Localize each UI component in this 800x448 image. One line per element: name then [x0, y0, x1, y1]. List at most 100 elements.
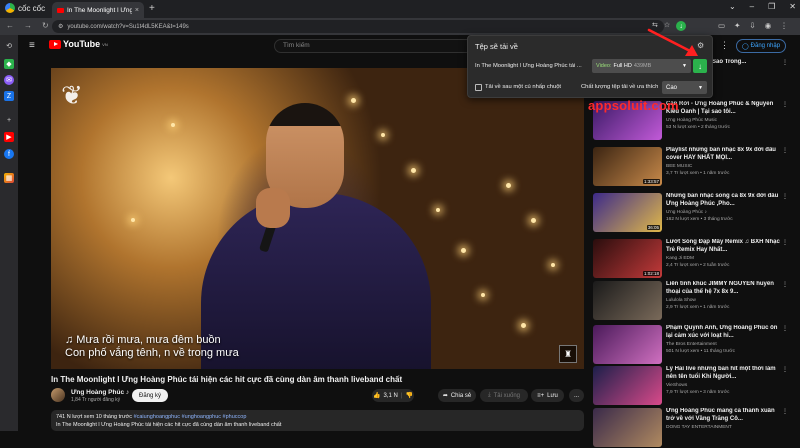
share-button[interactable]: ➦ Chia sẻ — [438, 389, 476, 402]
new-tab-button[interactable]: + — [149, 3, 155, 14]
related-video-title: Lướt Sóng Đạp Mây Remix ♫ BXH Nhạc Trẻ R… — [666, 239, 780, 253]
singer-hand — [256, 188, 290, 228]
related-video-title: Những bản nhạc song ca 8x 9x đời đầu Ưng… — [666, 193, 779, 207]
stage-light — [381, 133, 385, 137]
quality-value: Full HD — [613, 63, 632, 69]
hamburger-menu-icon[interactable]: ≡ — [29, 40, 35, 51]
country-code: VN — [102, 41, 108, 47]
related-video-item[interactable]: 1:02:18 Lướt Sóng Đạp Mây Remix ♫ BXH Nhạ… — [593, 239, 788, 279]
video-thumbnail[interactable] — [593, 408, 662, 447]
site-info-icon[interactable]: ⚙ — [58, 23, 63, 30]
thumbs-down-icon[interactable]: 👎 — [405, 392, 412, 399]
hashtags[interactable]: #caiunghoangphuc #unghoangphuc #phuccop — [134, 414, 247, 420]
profile-icon[interactable]: ◉ — [765, 21, 772, 30]
related-video-title: Cần Rời - Ưng Hoàng Phúc & Nguyễn Kiều O… — [666, 101, 774, 115]
account-icon: ◯ — [741, 43, 749, 50]
subscribe-button[interactable]: Đăng ký — [132, 389, 168, 402]
like-button[interactable]: 👍 3,1 N | 👎 — [372, 389, 414, 402]
extensions-icon[interactable]: ✦ — [734, 21, 740, 30]
browser-brand[interactable]: cốc cốc — [5, 3, 45, 13]
related-video-item[interactable]: 36:05 Những bản nhạc song ca 8x 9x đời đầ… — [593, 193, 788, 233]
youtube-more-icon[interactable]: ⋮ — [720, 40, 729, 51]
channel-avatar[interactable] — [51, 388, 65, 402]
related-more-icon[interactable]: ⋮ — [782, 147, 788, 154]
channel-badge-icon[interactable]: ♜ — [559, 345, 577, 363]
nav-buttons: ← → ↻ — [6, 21, 49, 30]
downloads-icon[interactable]: ⇩ — [749, 21, 755, 30]
youtube-logo[interactable]: YouTube VN — [49, 39, 108, 49]
youtube-app-icon[interactable]: ▶ — [4, 132, 14, 142]
address-bar[interactable]: ⚙ youtube.com/watch?v=Su1t4dL5KEA&t=149s — [52, 20, 664, 33]
maximize-button[interactable]: ❐ — [768, 2, 775, 11]
channel-name[interactable]: Ưng Hoàng Phúc ♪ — [71, 389, 129, 396]
minimize-button[interactable]: – — [750, 2, 754, 11]
related-more-icon[interactable]: ⋮ — [782, 59, 788, 66]
forward-icon[interactable]: → — [24, 21, 32, 30]
related-channel-name: DONG TAY ENTERTAINMENT — [666, 425, 732, 430]
related-more-icon[interactable]: ⋮ — [782, 325, 788, 332]
stage-light — [481, 293, 485, 297]
youtube-play-icon — [49, 39, 61, 49]
save-icon: ≡+ — [537, 392, 545, 399]
video-player[interactable]: ❦ ♫ Mưa rồi mưa, mưa đêm buồn Con phố vắ… — [51, 68, 584, 369]
back-icon[interactable]: ← — [6, 21, 14, 30]
messenger-icon[interactable]: ✉ — [4, 75, 14, 85]
preferred-quality-label: Chất lượng tệp tải về ưa thích — [581, 84, 659, 90]
stage-light — [411, 168, 416, 173]
red-pointer-arrow — [647, 28, 698, 56]
game-icon[interactable]: ◆ — [4, 59, 14, 69]
related-video-item[interactable]: 1:33:57 Playlist những bản nhạc 8x 9x đời… — [593, 147, 788, 187]
auto-download-checkbox[interactable] — [475, 84, 482, 91]
puzzle-app-icon[interactable]: ▦ — [4, 173, 14, 183]
related-more-icon[interactable]: ⋮ — [782, 101, 788, 108]
related-video-meta: 2,9 Tr lượt xem • 1 năm trước — [666, 305, 730, 310]
save-button[interactable]: ≡+ Lưu — [531, 389, 564, 402]
video-thumbnail[interactable]: 1:33:57 — [593, 147, 662, 186]
browser-menu-icon[interactable]: ⋮ — [780, 21, 788, 30]
quality-type: Video: — [596, 63, 612, 69]
video-thumbnail[interactable] — [593, 281, 662, 320]
history-icon[interactable]: ⟲ — [4, 41, 14, 51]
facebook-icon[interactable]: f — [4, 149, 14, 159]
sign-in-button[interactable]: ◯ Đăng nhập — [736, 39, 786, 53]
related-more-icon[interactable]: ⋮ — [782, 408, 788, 415]
video-thumbnail[interactable]: 1:02:18 — [593, 239, 662, 278]
search-input[interactable]: Tìm kiếm — [274, 39, 474, 53]
related-video-item[interactable]: Lý Hải live những bản hit một thời làm n… — [593, 366, 788, 406]
thumbs-up-icon: 👍 — [373, 393, 381, 399]
related-more-icon[interactable]: ⋮ — [782, 281, 788, 288]
video-thumbnail[interactable] — [593, 325, 662, 364]
related-video-item[interactable]: Liên tính khúc JIMMY NGUYỄN huyền thoại … — [593, 281, 788, 321]
related-video-item[interactable]: Ưng Hoàng Phúc mang cả thanh xuân trở về… — [593, 408, 788, 448]
related-video-meta: 7,9 Tr lượt xem • 3 năm trước — [666, 390, 730, 395]
tab-title: In The Moonlight l Ưng Hoàng Phúc t — [67, 6, 132, 14]
related-video-item[interactable]: Phạm Quỳnh Anh, Ưng Hoàng Phúc ôn lại cả… — [593, 325, 788, 365]
related-video-title: Lý Hải live những bản hit một thời làm n… — [666, 366, 776, 380]
video-description[interactable]: 741 N lượt xem 10 tháng trước #caiunghoa… — [51, 410, 584, 431]
related-video-title: Ưng Hoàng Phúc mang cả thanh xuân trở về… — [666, 408, 775, 422]
more-actions-button[interactable]: ... — [569, 389, 584, 402]
sidebar-toggle-icon[interactable]: ▭ — [718, 21, 725, 30]
related-more-icon[interactable]: ⋮ — [782, 239, 788, 246]
preferred-quality-select[interactable]: Cao ▼ — [662, 81, 707, 94]
share-icon: ➦ — [442, 393, 448, 399]
related-video-meta: 162 N lượt xem • 3 tháng trước — [666, 217, 733, 222]
tab-close-icon[interactable]: × — [135, 7, 139, 14]
close-window-button[interactable]: ✕ — [789, 2, 796, 11]
download-button[interactable]: ⤓ Tải xuống — [480, 389, 528, 402]
zalo-icon[interactable]: Z — [4, 91, 14, 101]
reload-icon[interactable]: ↻ — [42, 21, 49, 30]
description-text: In The Moonlight l Ưng Hoàng Phúc tái hi… — [56, 422, 282, 428]
tab-search-icon[interactable]: ⌄ — [729, 2, 736, 11]
add-app-icon[interactable]: + — [4, 115, 14, 125]
related-more-icon[interactable]: ⋮ — [782, 366, 788, 373]
tab-youtube[interactable]: In The Moonlight l Ưng Hoàng Phúc t × — [52, 2, 144, 18]
related-more-icon[interactable]: ⋮ — [782, 193, 788, 200]
video-thumbnail[interactable]: 36:05 — [593, 193, 662, 232]
browser-brand-label: cốc cốc — [18, 3, 46, 13]
download-label: Tải xuống — [493, 392, 520, 399]
sign-in-label: Đăng nhập — [750, 43, 781, 49]
browser-extension-icons: ▭ ✦ ⇩ ◉ ⋮ — [718, 21, 788, 30]
video-thumbnail[interactable] — [593, 366, 662, 405]
stage-light — [531, 218, 536, 223]
